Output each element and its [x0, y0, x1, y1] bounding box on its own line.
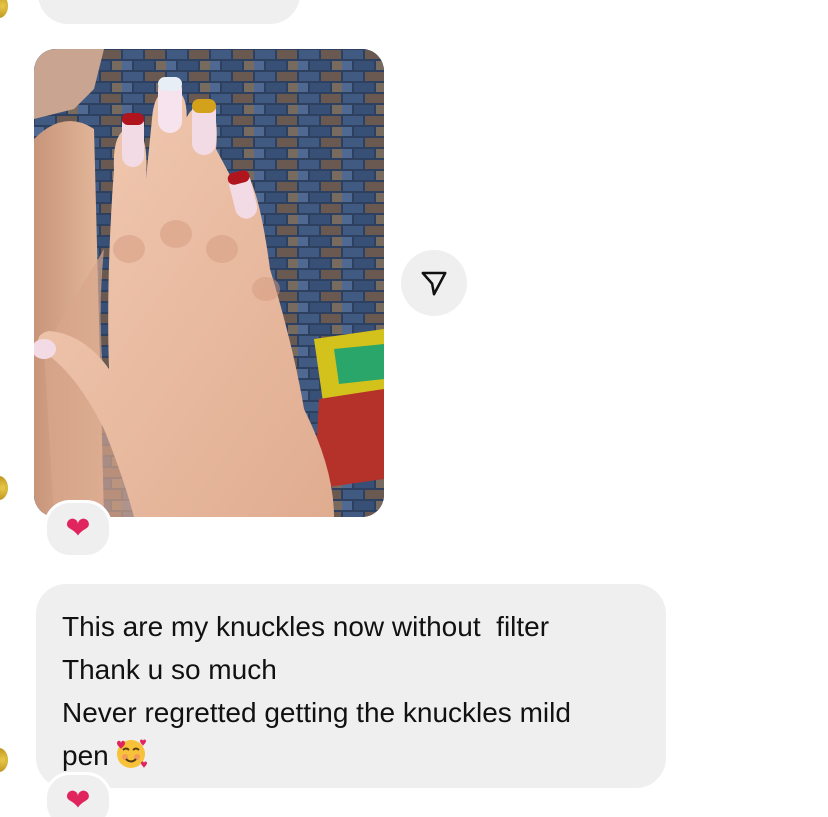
sender-avatar[interactable] [0, 748, 8, 772]
previous-message-bubble[interactable] [38, 0, 300, 24]
hand-photo [34, 49, 384, 517]
message-line: Thank u so much [62, 654, 277, 685]
message-heart-reaction[interactable]: ❤ [44, 772, 112, 817]
message-line: Never regretted getting the knuckles mil… [62, 697, 571, 728]
paper-plane-icon [421, 271, 447, 296]
text-message-bubble[interactable]: This are my knuckles now without filter … [36, 584, 666, 788]
message-line-with-emoji: pen [62, 734, 642, 777]
smiling-face-with-hearts-icon [116, 739, 147, 768]
message-line: pen [62, 740, 109, 771]
heart-icon: ❤ [65, 512, 91, 545]
shared-photo-message[interactable] [34, 49, 384, 517]
heart-icon: ❤ [65, 784, 91, 817]
sender-avatar[interactable] [0, 476, 8, 500]
share-button[interactable] [401, 250, 467, 316]
chat-thread: ❤ This are my knuckles now without filte… [0, 0, 828, 817]
sender-avatar[interactable] [0, 0, 8, 18]
photo-heart-reaction[interactable]: ❤ [44, 500, 112, 558]
message-line: This are my knuckles now without filter [62, 611, 550, 642]
